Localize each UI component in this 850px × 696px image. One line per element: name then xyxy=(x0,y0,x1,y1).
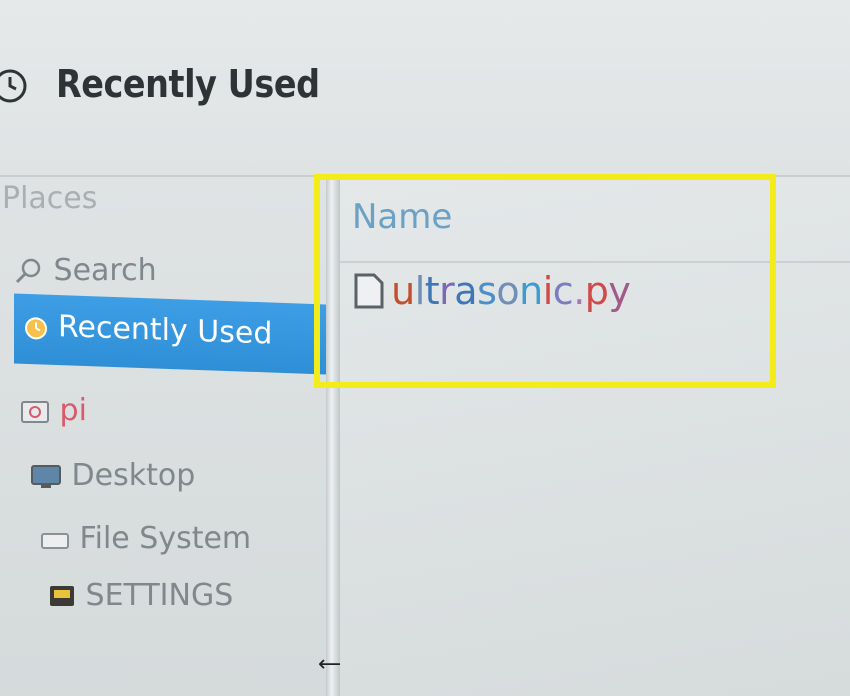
home-folder-icon xyxy=(21,400,49,423)
sidebar-item-label: SETTINGS xyxy=(85,578,234,613)
sidebar-item-desktop[interactable]: Desktop xyxy=(30,457,195,493)
clock-icon xyxy=(25,317,47,340)
desktop-icon xyxy=(31,464,61,488)
title-header: Recently Used xyxy=(0,0,850,177)
usb-drive-icon xyxy=(50,585,74,606)
sidebar-item-label: pi xyxy=(59,393,87,428)
sidebar-heading: Places xyxy=(2,181,98,216)
sidebar-item-label: Recently Used xyxy=(58,309,273,352)
sidebar-item-file-system[interactable]: File System xyxy=(40,520,251,556)
sidebar-item-label: Search xyxy=(53,253,157,288)
sidebar-item-settings[interactable]: SETTINGS xyxy=(48,577,233,613)
page-title: Recently Used xyxy=(56,62,320,106)
sidebar-item-search[interactable]: Search xyxy=(14,252,157,288)
places-sidebar: Places Search Recently Used pi Desktop F… xyxy=(0,177,326,696)
clock-icon xyxy=(0,69,27,103)
drive-icon xyxy=(41,532,69,549)
sidebar-item-pi[interactable]: pi xyxy=(20,392,87,428)
sidebar-item-label: Desktop xyxy=(71,458,196,493)
highlight-annotation-box xyxy=(314,174,776,388)
sidebar-item-label: File System xyxy=(79,521,252,556)
file-chooser-window: Recently Used Places Search Recently Use… xyxy=(0,0,850,696)
search-icon xyxy=(15,258,41,283)
sidebar-item-recently-used[interactable]: Recently Used xyxy=(14,293,326,375)
